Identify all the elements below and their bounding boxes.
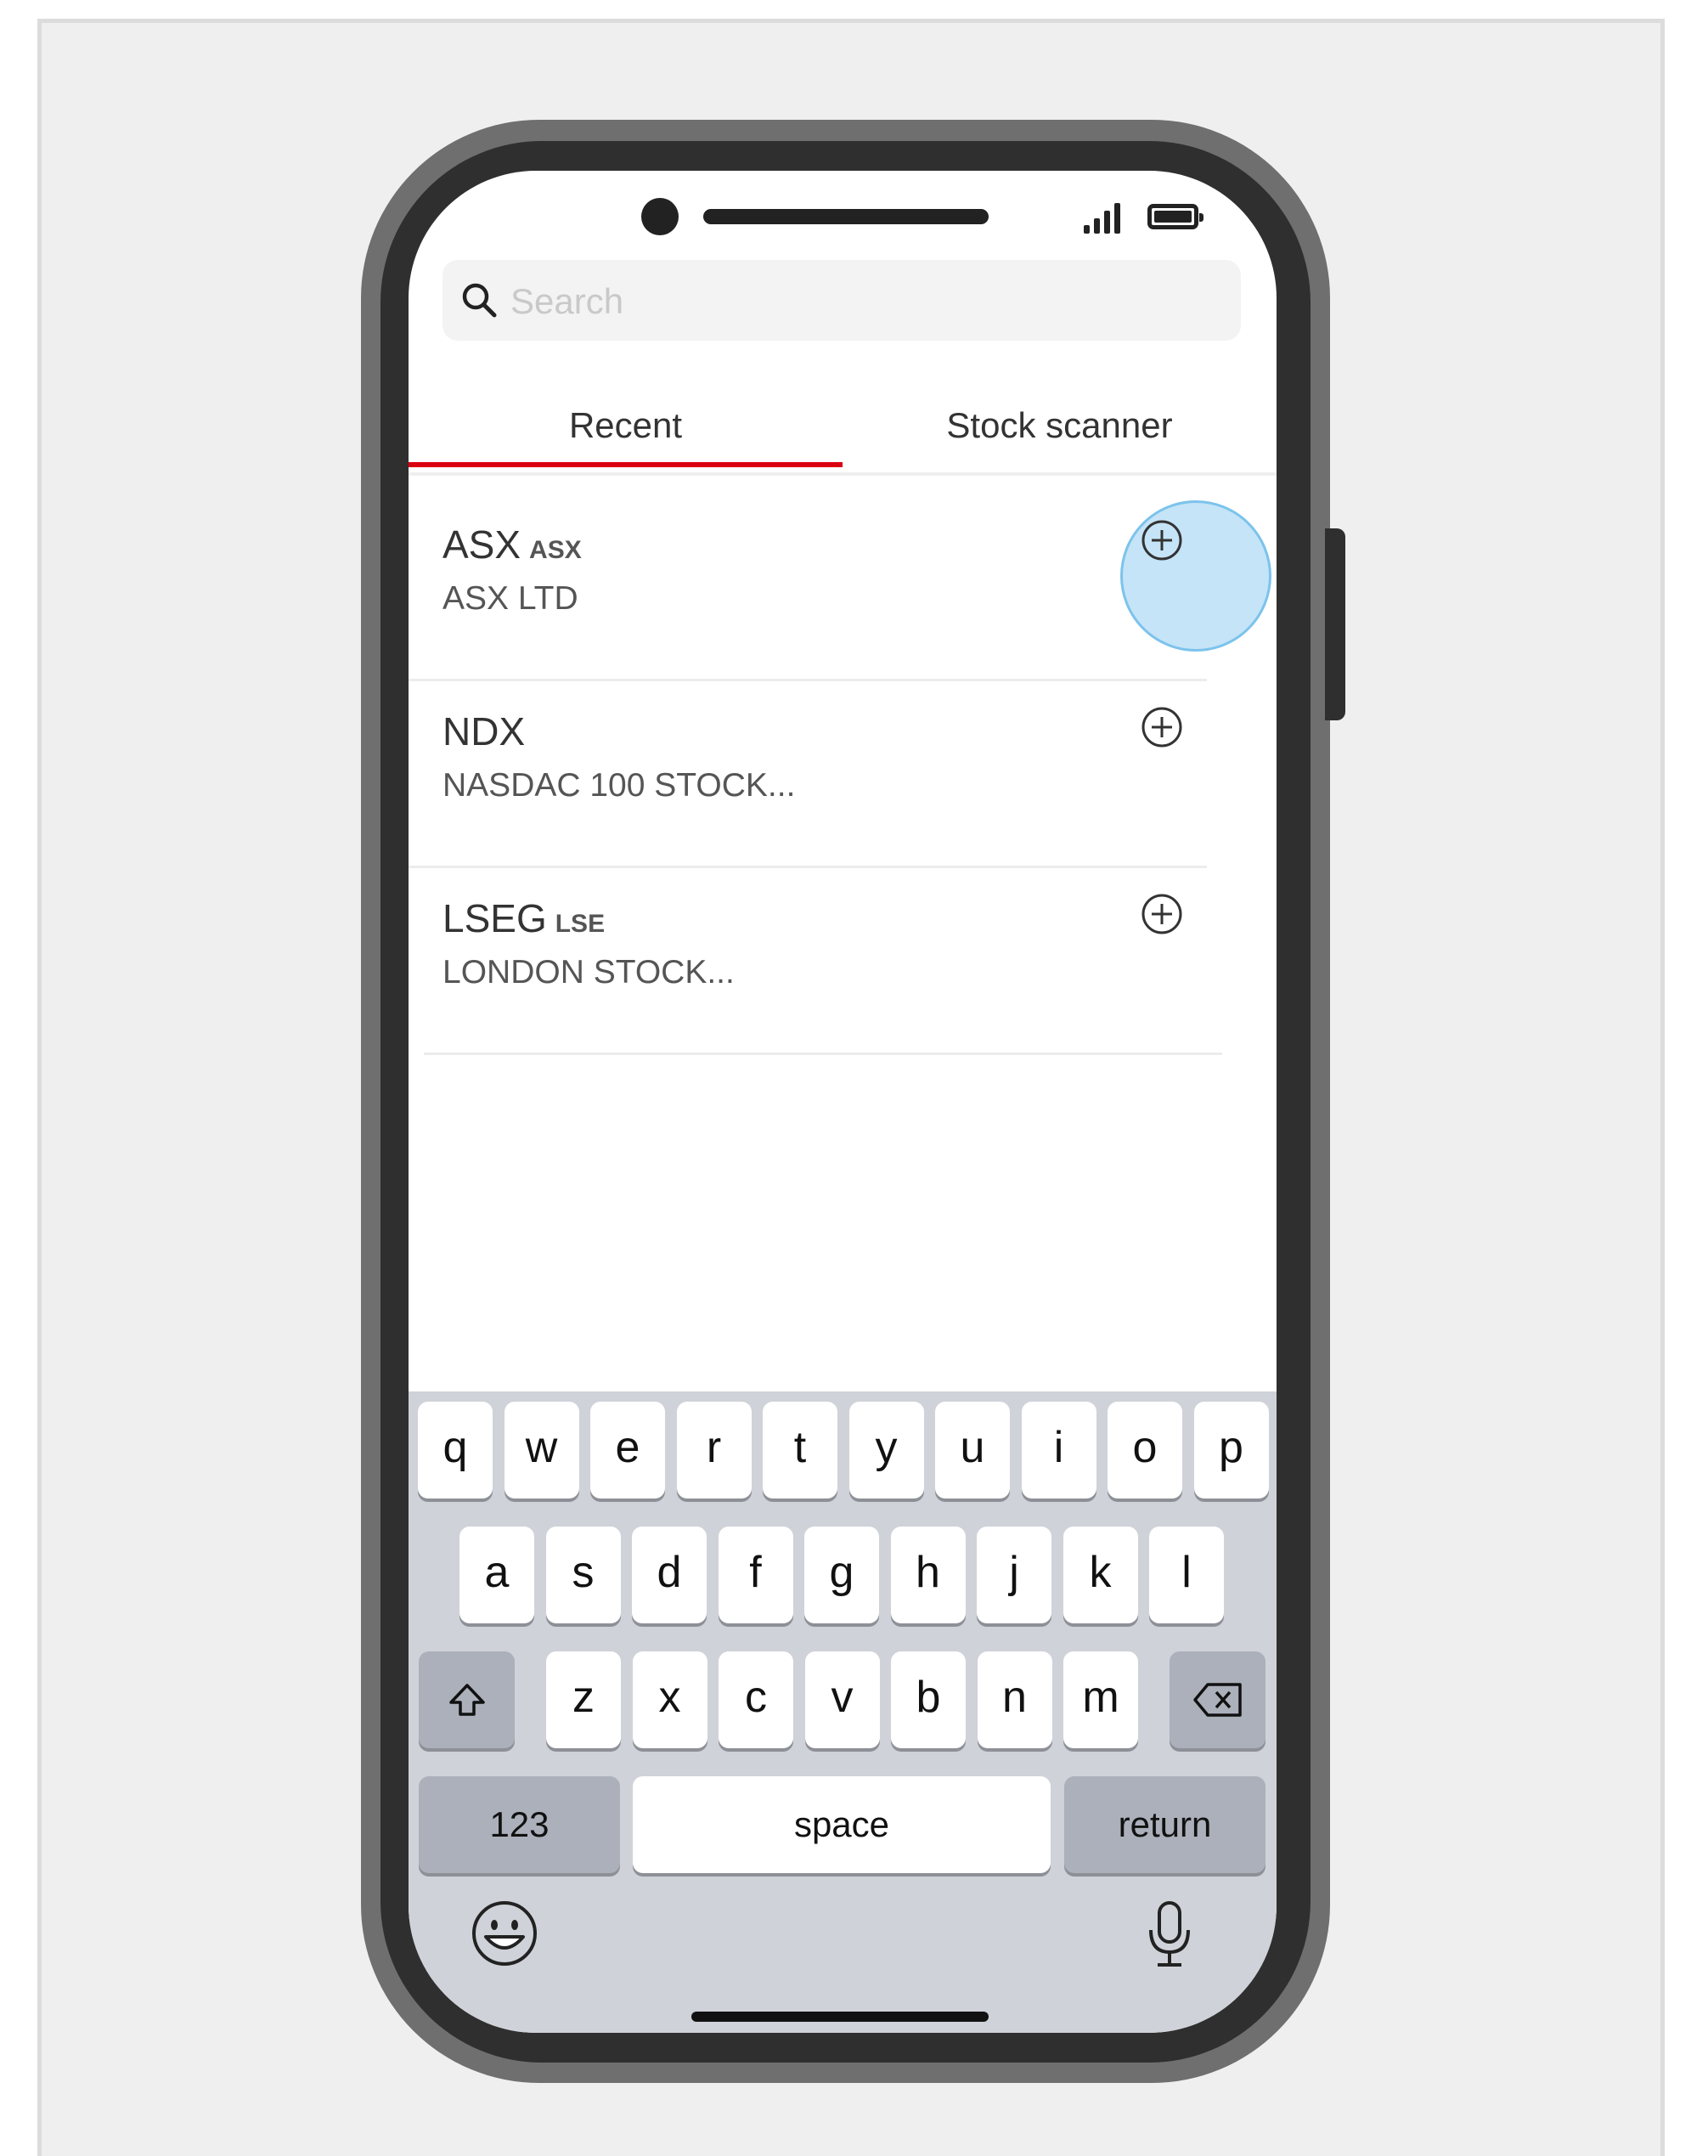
key-j[interactable]: j — [977, 1527, 1051, 1623]
key-e[interactable]: e — [590, 1402, 665, 1498]
key-r[interactable]: r — [676, 1402, 752, 1498]
row-divider — [424, 1053, 1222, 1055]
add-circle-icon[interactable] — [1141, 519, 1183, 562]
cellular-signal-icon — [1084, 200, 1135, 234]
key-u[interactable]: u — [935, 1402, 1010, 1498]
key-p[interactable]: p — [1193, 1402, 1269, 1498]
home-indicator — [691, 2012, 989, 2022]
shift-icon — [448, 1684, 485, 1716]
earpiece-speaker — [703, 209, 989, 224]
key-h[interactable]: h — [890, 1527, 966, 1623]
backspace-key[interactable] — [1170, 1651, 1265, 1748]
list-item[interactable]: ASX ASX ASX LTD — [409, 494, 1277, 681]
shift-key[interactable] — [419, 1651, 515, 1748]
key-m[interactable]: m — [1063, 1651, 1138, 1748]
key-d[interactable]: d — [632, 1527, 707, 1623]
item-symbol: LSEG LSE — [443, 896, 606, 940]
search-input[interactable] — [509, 260, 1226, 342]
key-q[interactable]: q — [418, 1402, 493, 1498]
phone-screen: Recent Stock scanner ASXASX ASX LTD NDX … — [409, 171, 1277, 2033]
key-x[interactable]: x — [632, 1651, 707, 1748]
item-name: ASX LTD — [443, 580, 578, 617]
emoji-icon[interactable] — [471, 1899, 538, 1967]
active-tab-indicator — [409, 462, 843, 467]
key-n[interactable]: n — [977, 1651, 1052, 1748]
key-z[interactable]: z — [546, 1651, 621, 1748]
key-y[interactable]: y — [848, 1402, 924, 1498]
key-b[interactable]: b — [891, 1651, 966, 1748]
key-v[interactable]: v — [804, 1651, 880, 1748]
key-l[interactable]: l — [1149, 1527, 1224, 1623]
search-bar[interactable] — [443, 260, 1241, 342]
item-symbol: ASX ASX — [443, 522, 582, 567]
list-item[interactable]: NDX NASDAC 100 STOCK... — [409, 680, 1277, 868]
key-s[interactable]: s — [545, 1527, 621, 1623]
key-f[interactable]: f — [718, 1527, 793, 1623]
add-circle-icon[interactable] — [1141, 893, 1183, 935]
key-w[interactable]: w — [504, 1402, 579, 1498]
backspace-icon — [1192, 1683, 1242, 1717]
return-key[interactable]: return — [1064, 1776, 1265, 1873]
add-circle-icon[interactable] — [1141, 706, 1183, 748]
key-t[interactable]: t — [763, 1402, 837, 1498]
item-symbol: NDX — [443, 709, 526, 753]
key-g[interactable]: g — [804, 1527, 879, 1623]
tab-stock-scanner[interactable]: Stock scanner — [843, 383, 1277, 472]
item-name: NASDAC 100 STOCK... — [443, 767, 796, 804]
space-key[interactable]: space — [633, 1776, 1051, 1873]
item-exchange: LSE — [555, 910, 606, 938]
battery-full-icon — [1147, 204, 1203, 229]
onscreen-keyboard: qwertyuiop asdfghjkl zxcvbnm 123 space ret… — [409, 1391, 1277, 2033]
key-o[interactable]: o — [1108, 1402, 1182, 1498]
tab-recent[interactable]: Recent — [409, 383, 843, 472]
search-icon — [462, 283, 497, 318]
item-exchange: ASX — [529, 536, 582, 564]
key-k[interactable]: k — [1063, 1527, 1138, 1623]
key-c[interactable]: c — [719, 1651, 793, 1748]
list-item[interactable]: LSEG LSE LONDON STOCK... — [409, 867, 1277, 1055]
item-name: LONDON STOCK... — [443, 954, 735, 991]
microphone-icon[interactable] — [1146, 1899, 1193, 1969]
front-camera — [641, 198, 679, 235]
key-i[interactable]: i — [1021, 1402, 1096, 1498]
numbers-key[interactable]: 123 — [419, 1776, 620, 1873]
side-button — [1325, 528, 1345, 720]
key-a[interactable]: a — [459, 1527, 534, 1623]
